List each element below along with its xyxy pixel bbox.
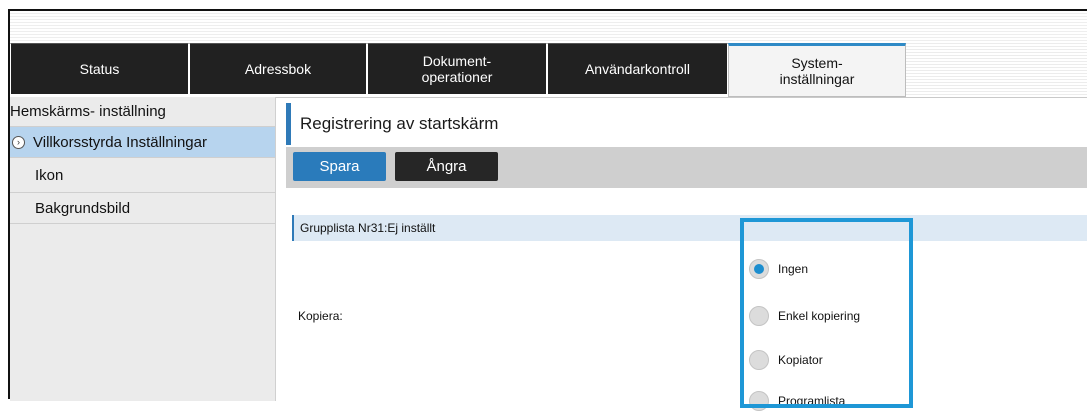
page-title: Registrering av startskärm [286,103,1087,145]
tab-bar: Status Adressbok Dokument- operationer A… [10,41,1087,98]
radio-option-ingen[interactable]: Ingen [749,259,808,279]
sidebar-item-hemskarms-installning[interactable]: Hemskärms- inställning [10,97,275,127]
undo-button[interactable]: Ångra [395,152,498,181]
tab-label: Dokument- operationer [421,53,493,85]
page-title-text: Registrering av startskärm [300,114,499,133]
sidebar-item-ikon[interactable]: Ikon [10,158,275,193]
toolbar: Spara Ångra [286,147,1087,188]
main-content: Registrering av startskärm Spara Ångra G… [286,97,1087,411]
radio-option-enkel-kopiering[interactable]: Enkel kopiering [749,306,860,326]
sidebar: Hemskärms- inställning › Villkorsstyrda … [10,97,276,401]
tab-adressbok[interactable]: Adressbok [189,43,367,95]
sidebar-item-label: Hemskärms- inställning [10,103,166,120]
tab-label: Adressbok [244,61,312,77]
sidebar-item-villkorsstyrda-installningar[interactable]: › Villkorsstyrda Inställningar [10,127,275,158]
app-frame: Status Adressbok Dokument- operationer A… [8,9,1087,411]
sidebar-item-label: Villkorsstyrda Inställningar [33,133,207,151]
tab-label: Status [79,61,120,77]
copy-field-label: Kopiera: [298,309,343,323]
radio-checked-icon[interactable] [749,259,769,279]
sidebar-item-bakgrundsbild[interactable]: Bakgrundsbild [10,193,275,224]
sidebar-item-label: Ikon [35,166,64,184]
radio-option-programlista[interactable]: Programlista [749,391,845,411]
radio-label: Enkel kopiering [778,309,861,323]
tab-anvandarkontroll[interactable]: Användarkontroll [547,43,728,95]
tab-systeminstallningar[interactable]: System- inställningar [728,43,906,97]
radio-unchecked-icon[interactable] [749,306,769,326]
group-list-header: Grupplista Nr31:Ej inställt [292,215,1087,241]
tab-status[interactable]: Status [10,43,189,95]
radio-label: Ingen [778,262,809,276]
radio-label: Kopiator [778,353,823,367]
radio-unchecked-icon[interactable] [749,391,769,411]
tab-label: System- inställningar [779,55,855,87]
tab-dokument-operationer[interactable]: Dokument- operationer [367,43,547,95]
radio-label: Programlista [778,394,846,408]
save-button[interactable]: Spara [293,152,386,181]
radio-option-kopiator[interactable]: Kopiator [749,350,823,370]
tab-label: Användarkontroll [584,61,691,77]
group-list-label: Grupplista Nr31:Ej inställt [300,221,436,235]
radio-unchecked-icon[interactable] [749,350,769,370]
top-stripe [10,11,1087,41]
chevron-right-icon: › [12,135,25,149]
sidebar-item-label: Bakgrundsbild [35,199,131,217]
